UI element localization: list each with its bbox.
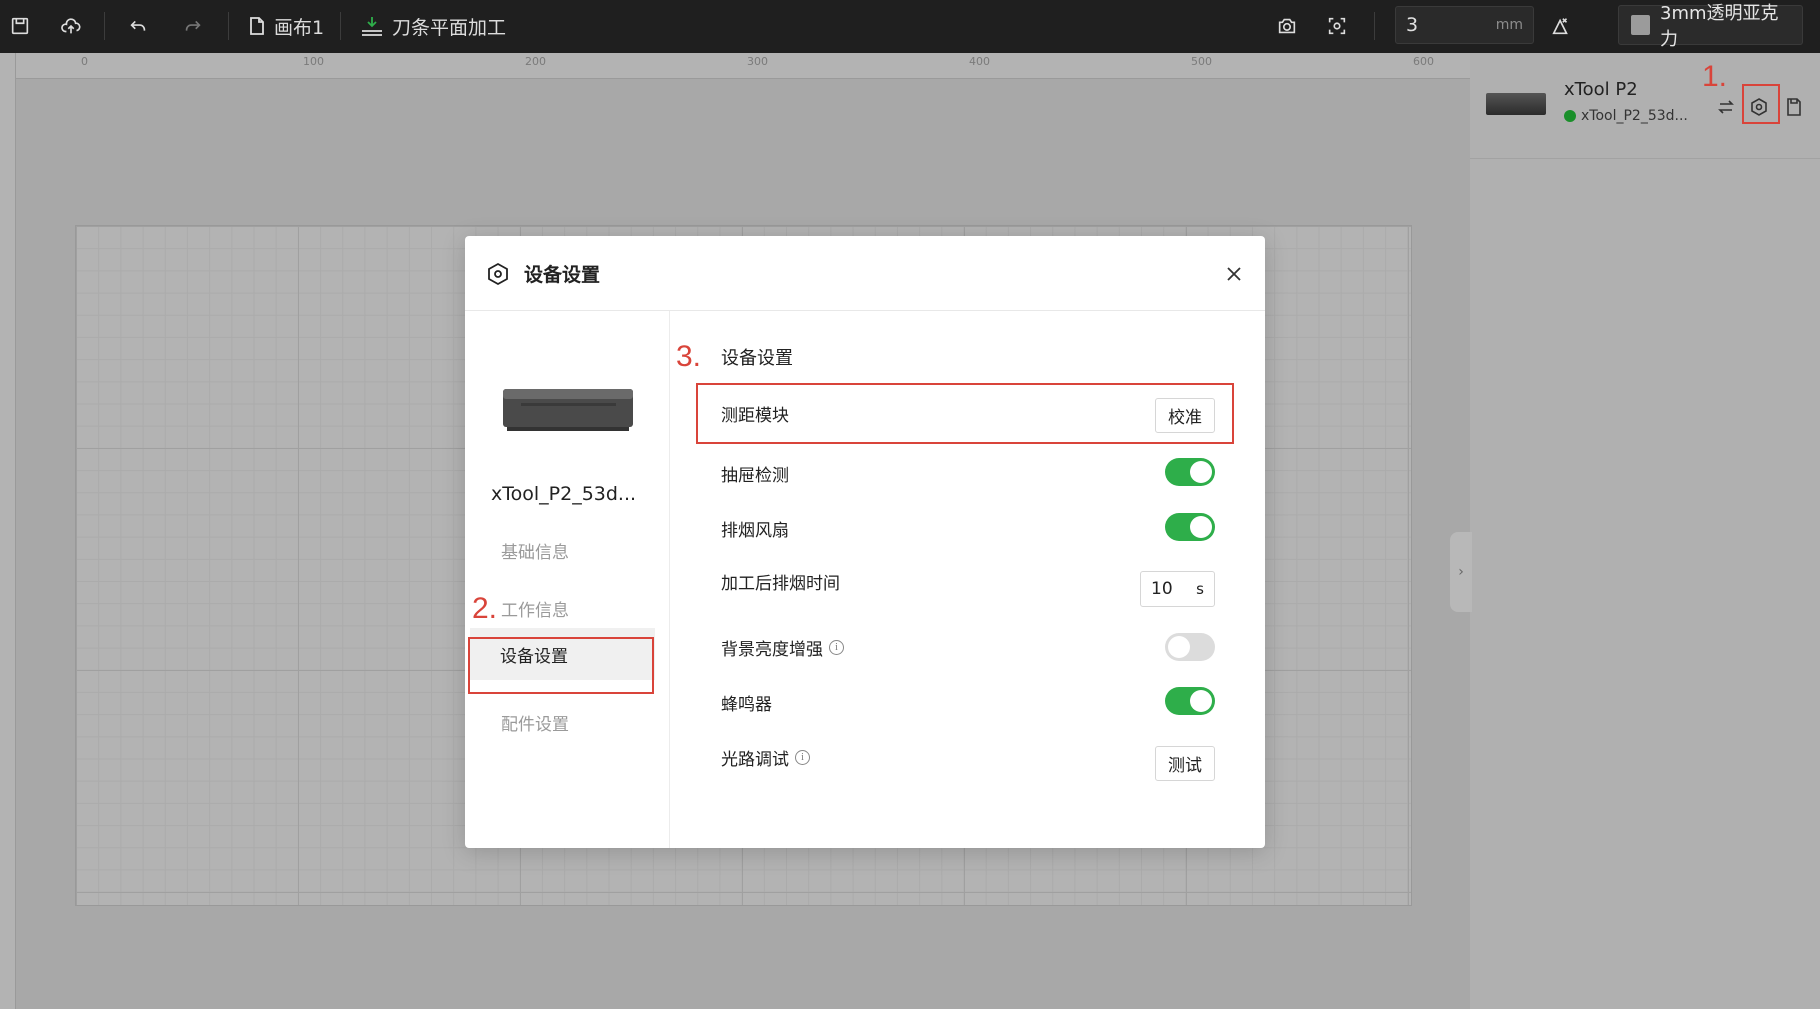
toggle-knob (1190, 690, 1212, 712)
background-brightness-label: 背景亮度增强 (721, 640, 823, 660)
toggle-knob (1168, 636, 1190, 658)
buzzer-toggle[interactable] (1165, 687, 1215, 715)
device-status-text: xTool_P2_53d... (1581, 108, 1688, 124)
dialog-header: 设备设置 (465, 236, 1265, 311)
file-icon (248, 16, 266, 36)
toggle-knob (1190, 516, 1212, 538)
sidebar-device-name: xTool_P2_53d... (491, 483, 637, 505)
info-icon[interactable]: i (829, 640, 844, 655)
focus-capture-icon[interactable] (1322, 11, 1352, 41)
sidebar-item-accessory-settings[interactable]: 配件设置 (501, 710, 569, 735)
top-toolbar: 画布1 刀条平面加工 3 mm 3mm透明亚克力 (0, 0, 1820, 53)
cloud-upload-icon[interactable] (56, 11, 86, 41)
annotation-step-2: 2. (472, 592, 498, 625)
panel-collapse-toggle[interactable]: › (1450, 532, 1472, 612)
post-exhaust-time-unit: s (1196, 580, 1204, 598)
post-exhaust-time-label: 加工后排烟时间 (721, 574, 840, 594)
device-image (503, 389, 633, 431)
material-swatch (1631, 15, 1651, 35)
dialog-sidebar: xTool_P2_53d... 基础信息 工作信息 设备设置 配件设置 (465, 311, 670, 848)
exhaust-fan-label: 排烟风扇 (721, 521, 789, 541)
ruler-label: 500 (1191, 55, 1212, 68)
optical-debug-row: 光路调试 i (721, 745, 810, 770)
sidebar-item-work-info[interactable]: 工作信息 (501, 596, 569, 621)
canvas-tab[interactable]: 画布1 (248, 10, 324, 42)
ruler-label: 600 (1413, 55, 1434, 68)
thickness-unit: mm (1495, 17, 1523, 33)
drawer-detect-label: 抽屉检测 (721, 466, 789, 486)
section-title: 设备设置 (721, 348, 793, 369)
device-name: xTool P2 (1564, 79, 1638, 100)
close-icon[interactable] (1220, 260, 1248, 288)
background-brightness-row: 背景亮度增强 i (721, 635, 844, 660)
annotation-box-sidebar (468, 637, 654, 694)
undo-icon[interactable] (123, 11, 153, 41)
sidebar-item-basic-info[interactable]: 基础信息 (501, 538, 569, 563)
switch-device-icon[interactable] (1713, 94, 1739, 120)
ruler-label: 0 (81, 55, 88, 68)
blade-strip-icon (360, 15, 384, 37)
ruler-label: 100 (303, 55, 324, 68)
redo-icon[interactable] (178, 11, 208, 41)
post-exhaust-time-value: 10 (1151, 579, 1173, 599)
annotation-step-3: 3. (676, 340, 702, 373)
buzzer-label: 蜂鸣器 (721, 695, 772, 715)
processing-mode-selector[interactable]: 刀条平面加工 (360, 10, 506, 42)
chevron-right-icon: › (1458, 564, 1464, 580)
thickness-input[interactable]: 3 mm (1395, 6, 1534, 44)
right-panel: xTool P2 xTool_P2_53d... (1470, 53, 1820, 1009)
status-dot (1564, 110, 1576, 122)
annotation-box-distance-module (696, 383, 1234, 444)
camera-icon[interactable] (1272, 11, 1302, 41)
mode-label: 刀条平面加工 (392, 16, 507, 39)
device-file-icon[interactable] (1781, 94, 1807, 120)
dialog-title: 设备设置 (524, 264, 601, 286)
post-exhaust-time-input[interactable]: 10 s (1140, 571, 1215, 607)
material-selector[interactable]: 3mm透明亚克力 (1618, 3, 1803, 50)
ruler-label: 200 (525, 55, 546, 68)
auto-measure-icon[interactable] (1546, 11, 1576, 41)
info-icon[interactable]: i (795, 750, 810, 765)
ruler-left (0, 53, 16, 1009)
ruler-label: 300 (747, 55, 768, 68)
test-button[interactable]: 测试 (1155, 746, 1215, 781)
optical-debug-label: 光路调试 (721, 750, 789, 770)
settings-hex-icon (485, 261, 511, 287)
thickness-value: 3 (1406, 14, 1419, 36)
drawer-detect-toggle[interactable] (1165, 458, 1215, 486)
ruler-label: 400 (969, 55, 990, 68)
background-brightness-toggle[interactable] (1165, 633, 1215, 661)
ruler-top: 0 100 200 300 400 500 600 (0, 53, 1470, 79)
save-icon[interactable] (5, 11, 35, 41)
canvas-name: 画布1 (274, 16, 325, 39)
annotation-box-settings (1742, 84, 1780, 124)
toggle-knob (1190, 461, 1212, 483)
device-status: xTool_P2_53d... (1564, 108, 1688, 124)
exhaust-fan-toggle[interactable] (1165, 513, 1215, 541)
device-settings-dialog: 设备设置 xTool_P2_53d... 基础信息 工作信息 设备设置 配件设置… (465, 236, 1265, 848)
material-label: 3mm透明亚克力 (1660, 3, 1779, 50)
annotation-step-1: 1. (1702, 60, 1728, 93)
device-thumbnail (1486, 93, 1546, 115)
